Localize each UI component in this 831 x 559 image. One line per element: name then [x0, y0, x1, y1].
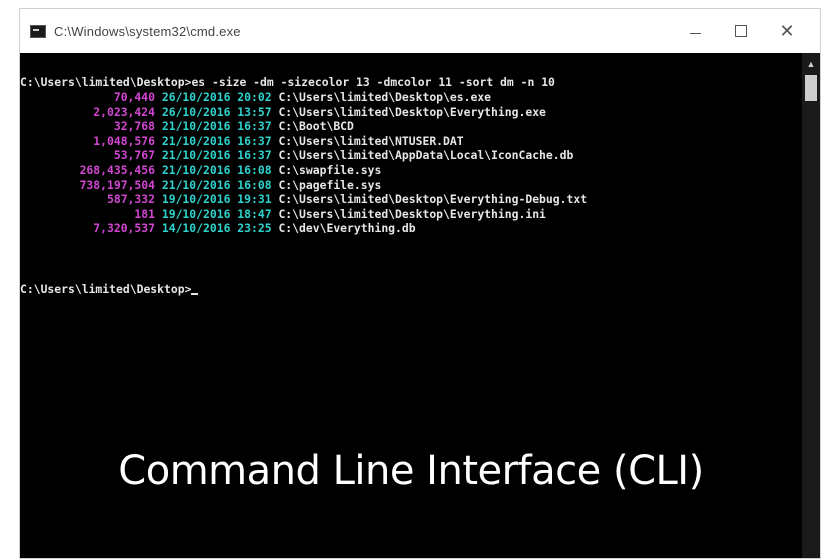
prompt-text: C:\Users\limited\Desktop> [20, 282, 192, 296]
file-path: C:\Users\limited\AppData\Local\IconCache… [278, 148, 574, 163]
date-modified: 21/10/2016 16:08 [161, 163, 272, 177]
scroll-thumb[interactable] [805, 75, 817, 101]
result-row: 181 19/10/2016 18:47 C:\Users\limited\De… [20, 206, 546, 222]
file-size: 70,440 [113, 90, 155, 104]
file-size: 181 [134, 206, 155, 221]
date-modified: 19/10/2016 18:47 [161, 206, 272, 221]
console-output[interactable]: C:\Users\limited\Desktop>es -size -dm -s… [20, 53, 802, 558]
result-row: 738,197,504 21/10/2016 16:08 C:\pagefile… [20, 177, 382, 193]
maximize-icon [735, 25, 747, 37]
result-row: 2,023,424 26/10/2016 13:57 C:\Users\limi… [20, 105, 546, 120]
result-row: 53,767 21/10/2016 16:37 C:\Users\limited… [20, 148, 574, 163]
date-modified: 21/10/2016 16:08 [161, 177, 272, 192]
caption-text: Command Line Interface (CLI) [118, 448, 704, 494]
date-modified: 19/10/2016 19:31 [161, 192, 272, 207]
date-modified: 21/10/2016 16:37 [161, 148, 272, 163]
file-path: C:\pagefile.sys [278, 177, 382, 192]
file-path: C:\swapfile.sys [278, 163, 382, 177]
text-cursor [191, 292, 199, 295]
date-modified: 14/10/2016 23:25 [161, 221, 272, 236]
command-line: C:\Users\limited\Desktop>es -size -dm -s… [20, 75, 555, 89]
file-path: C:\dev\Everything.db [278, 221, 416, 236]
vertical-scrollbar[interactable]: ▲ [802, 53, 820, 558]
result-row: 1,048,576 21/10/2016 16:37 C:\Users\limi… [20, 133, 464, 149]
window-title: C:\Windows\system32\cmd.exe [54, 23, 241, 39]
minimize-button[interactable] [672, 9, 718, 53]
maximize-button[interactable] [718, 9, 764, 53]
close-icon: ✕ [779, 21, 795, 41]
file-path: C:\Users\limited\NTUSER.DAT [278, 133, 464, 148]
date-modified: 26/10/2016 20:02 [161, 90, 272, 104]
file-size: 268,435,456 [79, 163, 155, 177]
cmd-window: C:\Windows\system32\cmd.exe ✕ C:\Users\l… [19, 8, 821, 559]
file-size: 53,767 [113, 148, 155, 163]
file-size: 738,197,504 [79, 177, 155, 192]
file-path: C:\Boot\BCD [278, 119, 354, 134]
file-size: 2,023,424 [93, 104, 155, 119]
scroll-up-arrow-icon[interactable]: ▲ [802, 59, 820, 69]
file-size: 587,332 [106, 192, 155, 207]
close-button[interactable]: ✕ [764, 9, 810, 53]
minimize-icon [689, 32, 701, 34]
date-modified: 21/10/2016 16:37 [161, 119, 272, 134]
date-modified: 26/10/2016 13:57 [161, 104, 272, 119]
file-size: 7,320,537 [93, 221, 155, 236]
file-path: C:\Users\limited\Desktop\Everything.exe [278, 104, 546, 119]
result-row: 268,435,456 21/10/2016 16:08 C:\swapfile… [20, 163, 382, 178]
result-row: 587,332 19/10/2016 19:31 C:\Users\limite… [20, 192, 587, 207]
result-row: 32,768 21/10/2016 16:37 C:\Boot\BCD [20, 119, 354, 134]
file-size: 1,048,576 [93, 133, 155, 148]
title-bar[interactable]: C:\Windows\system32\cmd.exe ✕ [20, 9, 820, 53]
console-app-icon [30, 24, 46, 38]
result-row: 7,320,537 14/10/2016 23:25 C:\dev\Everyt… [20, 221, 416, 236]
prompt-line[interactable]: C:\Users\limited\Desktop> [20, 282, 199, 297]
file-path: C:\Users\limited\Desktop\es.exe [278, 90, 492, 104]
file-path: C:\Users\limited\Desktop\Everything-Debu… [278, 192, 588, 207]
file-path: C:\Users\limited\Desktop\Everything.ini [278, 206, 546, 221]
file-size: 32,768 [113, 119, 155, 134]
result-row: 70,440 26/10/2016 20:02 C:\Users\limited… [20, 90, 491, 105]
date-modified: 21/10/2016 16:37 [161, 133, 272, 148]
